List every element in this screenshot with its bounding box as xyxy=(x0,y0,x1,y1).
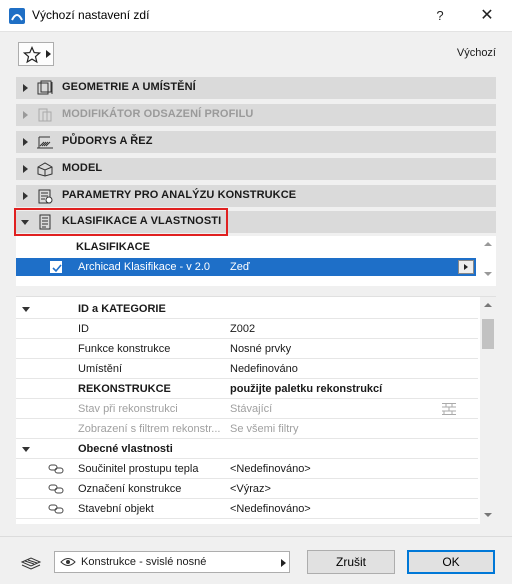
model-icon xyxy=(37,162,53,177)
collapse-arrow-icon xyxy=(22,447,30,452)
profile-offset-icon xyxy=(38,108,52,122)
star-icon xyxy=(23,46,41,64)
link-icon xyxy=(48,464,64,474)
classification-header: KLASIFIKACE xyxy=(76,241,150,253)
favorites-arrow-icon xyxy=(46,50,51,58)
layer-dropdown[interactable]: Konstrukce - svislé nosné xyxy=(54,551,290,573)
ok-button[interactable]: OK xyxy=(407,550,495,574)
section-label: MODIFIKÁTOR ODSAZENÍ PROFILU xyxy=(62,108,254,120)
property-name: Označení konstrukce xyxy=(78,483,182,495)
expand-arrow-icon xyxy=(23,111,28,119)
property-group-row[interactable]: REKONSTRUKCE použijte paletku rekonstruk… xyxy=(16,379,478,399)
section-label: PŮDORYS A ŘEZ xyxy=(62,135,153,147)
expand-arrow-icon xyxy=(23,165,28,173)
property-value[interactable]: Nosné prvky xyxy=(230,343,291,355)
eye-icon xyxy=(60,558,76,566)
property-row[interactable]: Součinitel prostupu tepla <Nedefinováno> xyxy=(16,459,478,479)
highlight-frame xyxy=(14,208,228,236)
section-geometry[interactable]: GEOMETRIE A UMÍSTĚNÍ xyxy=(16,77,496,99)
properties-scrollbar[interactable] xyxy=(480,297,496,524)
layers-icon xyxy=(20,557,42,570)
classification-system-name: Archicad Klasifikace - v 2.0 xyxy=(78,261,211,273)
property-row: Stav při rekonstrukci Stávající xyxy=(16,399,478,419)
classification-checkbox[interactable] xyxy=(50,261,62,273)
classification-row[interactable]: Archicad Klasifikace - v 2.0 Zeď xyxy=(16,258,476,276)
title-bar: Výchozí nastavení zdí ? ✕ xyxy=(0,0,512,32)
geometry-icon xyxy=(37,80,53,95)
property-name: Umístění xyxy=(78,363,123,375)
property-row[interactable]: Funkce konstrukce Nosné prvky xyxy=(16,339,478,359)
classification-value: Zeď xyxy=(230,261,250,273)
property-group-row[interactable]: ID a KATEGORIE xyxy=(16,299,478,319)
property-row-partial xyxy=(16,519,478,524)
property-row[interactable]: Označení konstrukce <Výraz> xyxy=(16,479,478,499)
property-name: REKONSTRUKCE xyxy=(78,383,171,395)
expand-arrow-icon xyxy=(23,192,28,200)
classification-panel: KLASIFIKACE Archicad Klasifikace - v 2.0… xyxy=(16,236,496,286)
property-value: použijte paletku rekonstrukcí xyxy=(230,383,383,395)
default-label: Výchozí xyxy=(456,47,496,59)
brick-wall-icon xyxy=(442,403,456,415)
property-value[interactable]: <Výraz> xyxy=(230,483,271,495)
property-row[interactable]: Stavební objekt <Nedefinováno> xyxy=(16,499,478,519)
property-name: Funkce konstrukce xyxy=(78,343,171,355)
scroll-up-icon[interactable] xyxy=(484,242,492,246)
dropdown-arrow-icon xyxy=(281,559,286,567)
property-name: Stav při rekonstrukci xyxy=(78,403,178,415)
property-row: Zobrazení s filtrem rekonstr... Se všemi… xyxy=(16,419,478,439)
section-floorplan[interactable]: PŮDORYS A ŘEZ xyxy=(16,131,496,153)
property-name: Zobrazení s filtrem rekonstr... xyxy=(78,423,221,435)
link-icon xyxy=(48,484,64,494)
property-name: Stavební objekt xyxy=(78,503,154,515)
scroll-down-icon[interactable] xyxy=(484,272,492,276)
layer-label: Konstrukce - svislé nosné xyxy=(81,556,207,568)
property-value[interactable]: <Nedefinováno> xyxy=(230,463,311,475)
collapse-arrow-icon xyxy=(22,307,30,312)
scroll-down-icon[interactable] xyxy=(484,513,492,517)
property-value: Se všemi filtry xyxy=(230,423,299,435)
section-label: GEOMETRIE A UMÍSTĚNÍ xyxy=(62,81,196,93)
property-value: Stávající xyxy=(230,403,273,415)
property-value[interactable]: <Nedefinováno> xyxy=(230,503,311,515)
window-title: Výchozí nastavení zdí xyxy=(32,8,150,22)
scroll-up-icon[interactable] xyxy=(484,303,492,307)
section-structural-analysis[interactable]: PARAMETRY PRO ANALÝZU KONSTRUKCE xyxy=(16,185,496,207)
link-icon xyxy=(48,504,64,514)
section-model[interactable]: MODEL xyxy=(16,158,496,180)
section-label: MODEL xyxy=(62,162,103,174)
property-value[interactable]: Z002 xyxy=(230,323,255,335)
property-name: ID xyxy=(78,323,89,335)
properties-panel: ID a KATEGORIE ID Z002 Funkce konstrukce… xyxy=(16,296,496,524)
favorites-button[interactable] xyxy=(18,42,54,66)
section-label: PARAMETRY PRO ANALÝZU KONSTRUKCE xyxy=(62,189,297,201)
property-name: ID a KATEGORIE xyxy=(78,303,166,315)
cancel-button[interactable]: Zrušit xyxy=(307,550,395,574)
property-name: Součinitel prostupu tepla xyxy=(78,463,199,475)
checkmark-icon xyxy=(52,264,62,273)
help-button[interactable]: ? xyxy=(430,6,450,26)
structural-analysis-icon xyxy=(38,189,53,204)
expand-arrow-icon xyxy=(23,138,28,146)
close-button[interactable]: ✕ xyxy=(476,6,498,26)
property-group-row[interactable]: Obecné vlastnosti xyxy=(16,439,478,459)
section-profile-offset[interactable]: MODIFIKÁTOR ODSAZENÍ PROFILU xyxy=(16,104,496,126)
classification-more-button[interactable] xyxy=(458,260,474,274)
property-value[interactable]: Nedefinováno xyxy=(230,363,298,375)
expand-arrow-icon xyxy=(23,84,28,92)
floorplan-icon xyxy=(37,136,53,149)
scroll-thumb[interactable] xyxy=(482,319,494,349)
property-row[interactable]: Umístění Nedefinováno xyxy=(16,359,478,379)
property-name: Obecné vlastnosti xyxy=(78,443,173,455)
archicad-logo-icon xyxy=(9,8,25,24)
footer-divider xyxy=(0,536,512,537)
property-row[interactable]: ID Z002 xyxy=(16,319,478,339)
